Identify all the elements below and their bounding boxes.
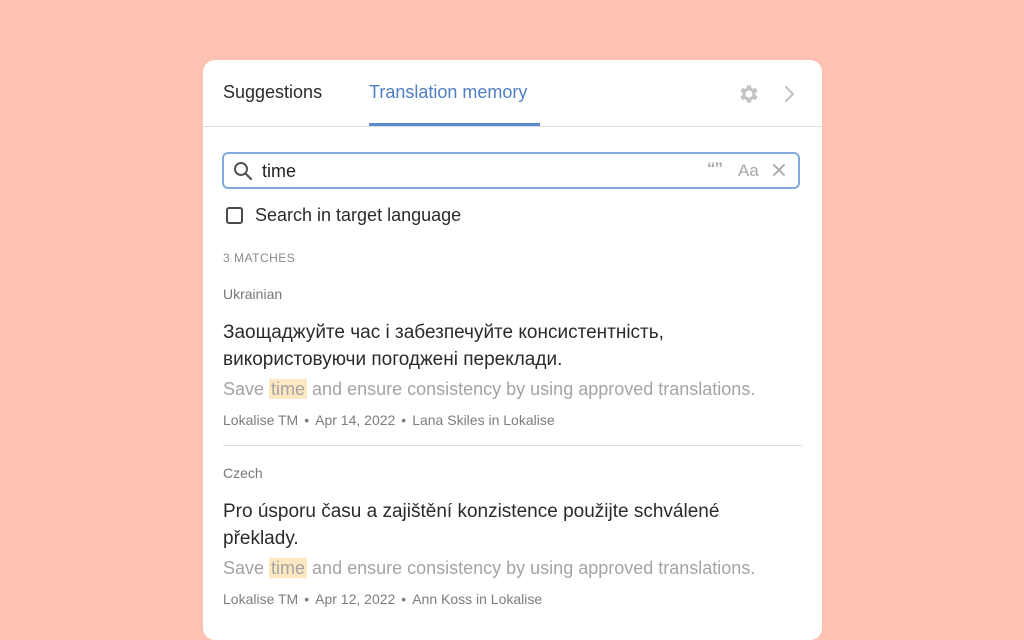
target-text: Pro úsporu času a zajištění konzistence … xyxy=(223,501,720,549)
language-label: Ukrainian xyxy=(223,286,283,302)
search-box: “” Aa xyxy=(222,152,800,189)
match-case-icon[interactable]: Aa xyxy=(738,161,759,181)
search-input[interactable] xyxy=(262,158,682,184)
active-tab-indicator xyxy=(369,123,540,126)
tab-translation-memory[interactable]: Translation memory xyxy=(369,82,527,103)
source-text: Save time and ensure consistency by usin… xyxy=(223,379,756,399)
target-language-checkbox[interactable] xyxy=(226,207,243,224)
close-icon[interactable] xyxy=(772,163,786,177)
match-highlight: time xyxy=(269,379,308,399)
chevron-right-icon[interactable] xyxy=(777,82,801,106)
target-language-label[interactable]: Search in target language xyxy=(255,205,461,226)
language-label: Czech xyxy=(223,465,263,481)
search-icon xyxy=(234,162,253,181)
gear-icon[interactable] xyxy=(737,82,761,106)
quote-icon[interactable]: “” xyxy=(707,159,723,179)
translation-memory-panel: Suggestions Translation memory “” Aa Sea… xyxy=(203,60,822,640)
match-highlight: time xyxy=(269,558,308,578)
match-count: 3 MATCHES xyxy=(223,251,296,265)
source-text: Save time and ensure consistency by usin… xyxy=(223,558,756,578)
divider xyxy=(223,445,802,446)
entry-meta: Lokalise TM • Apr 12, 2022 • Ann Koss in Lok… xyxy=(223,591,543,607)
target-text: Заощаджуйте час і забезпечуйте консистен… xyxy=(223,322,664,370)
entry-meta: Lokalise TM • Apr 14, 2022 • Lana Skiles in … xyxy=(223,412,555,428)
tab-bar: Suggestions Translation memory xyxy=(203,60,822,127)
tab-suggestions[interactable]: Suggestions xyxy=(223,82,322,103)
